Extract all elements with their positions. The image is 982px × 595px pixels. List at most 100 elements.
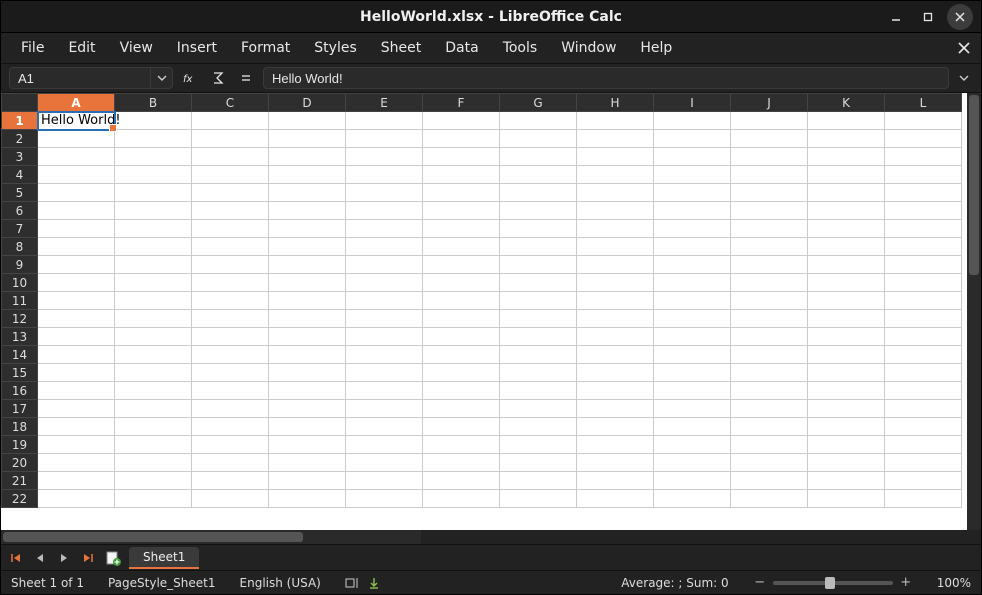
cell-F21[interactable] — [423, 472, 500, 490]
cell-I19[interactable] — [654, 436, 731, 454]
cell-K7[interactable] — [808, 220, 885, 238]
row-header-18[interactable]: 18 — [2, 418, 38, 436]
cell-L18[interactable] — [885, 418, 962, 436]
column-header-F[interactable]: F — [423, 94, 500, 112]
cell-F14[interactable] — [423, 346, 500, 364]
cell-I16[interactable] — [654, 382, 731, 400]
cell-I9[interactable] — [654, 256, 731, 274]
row-header-13[interactable]: 13 — [2, 328, 38, 346]
cell-E14[interactable] — [346, 346, 423, 364]
menu-insert[interactable]: Insert — [167, 36, 227, 60]
cell-I22[interactable] — [654, 490, 731, 508]
cell-L21[interactable] — [885, 472, 962, 490]
zoom-slider-track[interactable] — [773, 581, 893, 585]
cell-D16[interactable] — [269, 382, 346, 400]
tab-nav-prev[interactable] — [31, 549, 49, 567]
column-header-A[interactable]: A — [38, 94, 115, 112]
cell-C17[interactable] — [192, 400, 269, 418]
cell-A1[interactable]: Hello World! — [38, 112, 115, 130]
cell-C20[interactable] — [192, 454, 269, 472]
cell-B12[interactable] — [115, 310, 192, 328]
cell-B4[interactable] — [115, 166, 192, 184]
add-sheet-button[interactable] — [103, 548, 123, 568]
cell-I4[interactable] — [654, 166, 731, 184]
status-selection-mode[interactable] — [345, 576, 381, 590]
cell-H1[interactable] — [577, 112, 654, 130]
cell-G15[interactable] — [500, 364, 577, 382]
cell-B13[interactable] — [115, 328, 192, 346]
cell-A12[interactable] — [38, 310, 115, 328]
cell-A9[interactable] — [38, 256, 115, 274]
cell-C21[interactable] — [192, 472, 269, 490]
cell-I11[interactable] — [654, 292, 731, 310]
row-header-16[interactable]: 16 — [2, 382, 38, 400]
cell-H18[interactable] — [577, 418, 654, 436]
cell-K8[interactable] — [808, 238, 885, 256]
cell-H19[interactable] — [577, 436, 654, 454]
formula-bar-expand[interactable] — [955, 73, 973, 83]
cell-K5[interactable] — [808, 184, 885, 202]
cell-A17[interactable] — [38, 400, 115, 418]
column-header-B[interactable]: B — [115, 94, 192, 112]
cell-J16[interactable] — [731, 382, 808, 400]
menu-tools[interactable]: Tools — [493, 36, 548, 60]
menu-edit[interactable]: Edit — [58, 36, 105, 60]
cell-C18[interactable] — [192, 418, 269, 436]
cell-G21[interactable] — [500, 472, 577, 490]
cell-D17[interactable] — [269, 400, 346, 418]
cell-H3[interactable] — [577, 148, 654, 166]
row-header-15[interactable]: 15 — [2, 364, 38, 382]
cell-K21[interactable] — [808, 472, 885, 490]
menu-sheet[interactable]: Sheet — [371, 36, 431, 60]
cell-J13[interactable] — [731, 328, 808, 346]
menu-file[interactable]: File — [11, 36, 54, 60]
cell-A21[interactable] — [38, 472, 115, 490]
cell-G12[interactable] — [500, 310, 577, 328]
cell-C14[interactable] — [192, 346, 269, 364]
cell-K14[interactable] — [808, 346, 885, 364]
cell-D19[interactable] — [269, 436, 346, 454]
row-header-7[interactable]: 7 — [2, 220, 38, 238]
cell-G11[interactable] — [500, 292, 577, 310]
status-page-style[interactable]: PageStyle_Sheet1 — [108, 576, 216, 590]
function-wizard-button[interactable]: fx — [179, 67, 201, 89]
cell-A5[interactable] — [38, 184, 115, 202]
cell-A4[interactable] — [38, 166, 115, 184]
cell-B16[interactable] — [115, 382, 192, 400]
cell-B5[interactable] — [115, 184, 192, 202]
cell-B19[interactable] — [115, 436, 192, 454]
cell-G19[interactable] — [500, 436, 577, 454]
cell-D12[interactable] — [269, 310, 346, 328]
cell-L19[interactable] — [885, 436, 962, 454]
cell-J17[interactable] — [731, 400, 808, 418]
cell-K4[interactable] — [808, 166, 885, 184]
cell-J9[interactable] — [731, 256, 808, 274]
cell-A16[interactable] — [38, 382, 115, 400]
row-header-4[interactable]: 4 — [2, 166, 38, 184]
cell-C3[interactable] — [192, 148, 269, 166]
cell-L17[interactable] — [885, 400, 962, 418]
cell-D6[interactable] — [269, 202, 346, 220]
cell-C6[interactable] — [192, 202, 269, 220]
row-header-10[interactable]: 10 — [2, 274, 38, 292]
cell-D5[interactable] — [269, 184, 346, 202]
row-header-12[interactable]: 12 — [2, 310, 38, 328]
cell-E6[interactable] — [346, 202, 423, 220]
cell-A15[interactable] — [38, 364, 115, 382]
cell-I6[interactable] — [654, 202, 731, 220]
row-header-14[interactable]: 14 — [2, 346, 38, 364]
cell-J5[interactable] — [731, 184, 808, 202]
cell-L6[interactable] — [885, 202, 962, 220]
column-header-H[interactable]: H — [577, 94, 654, 112]
cell-E4[interactable] — [346, 166, 423, 184]
menu-window[interactable]: Window — [551, 36, 626, 60]
cell-H13[interactable] — [577, 328, 654, 346]
cell-F2[interactable] — [423, 130, 500, 148]
cell-F18[interactable] — [423, 418, 500, 436]
cell-C7[interactable] — [192, 220, 269, 238]
cell-F12[interactable] — [423, 310, 500, 328]
cell-J10[interactable] — [731, 274, 808, 292]
cell-E13[interactable] — [346, 328, 423, 346]
cell-J15[interactable] — [731, 364, 808, 382]
name-box-dropdown[interactable] — [150, 67, 172, 89]
